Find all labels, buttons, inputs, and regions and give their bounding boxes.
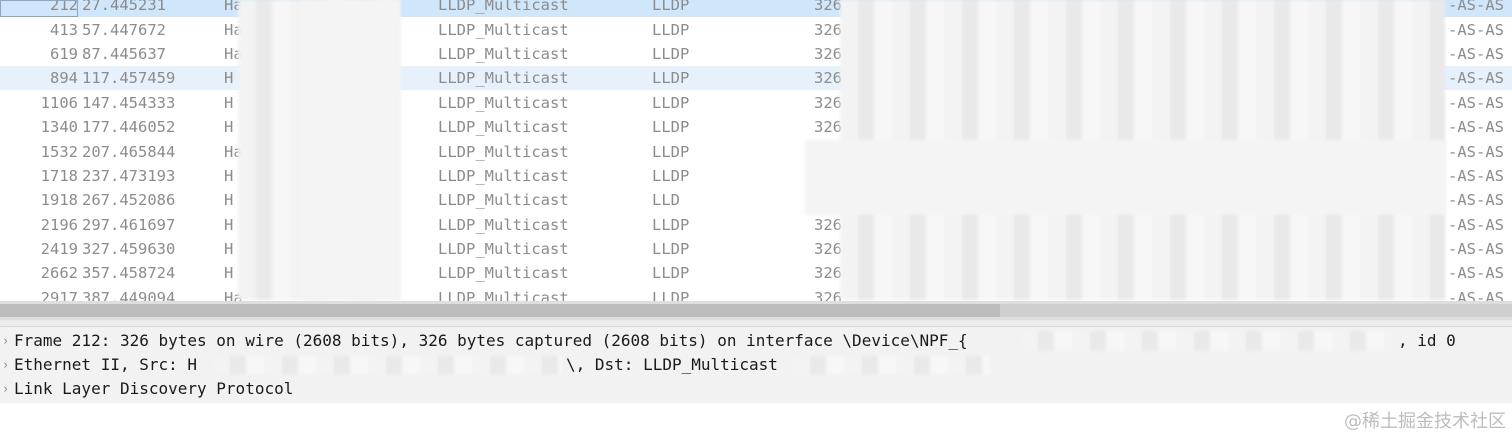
packet-info: -AS-AS bbox=[1448, 118, 1504, 136]
packet-protocol: LLDP bbox=[652, 69, 690, 87]
packet-time: 57.447672 bbox=[82, 21, 166, 39]
packet-destination: LLDP_Multicast bbox=[438, 143, 569, 161]
packet-info: -AS-AS bbox=[1448, 191, 1504, 209]
packet-protocol: LLDP bbox=[652, 45, 690, 63]
packet-destination: LLDP_Multicast bbox=[438, 264, 569, 282]
tree-item-lldp[interactable]: › Link Layer Discovery Protocol bbox=[0, 377, 1512, 401]
packet-destination: LLDP_Multicast bbox=[438, 289, 569, 302]
packet-time: 327.459630 bbox=[82, 240, 176, 258]
packet-info: -AS-AS bbox=[1448, 94, 1504, 112]
packet-info: -AS-AS bbox=[1448, 264, 1504, 282]
packet-list[interactable]: 212 27.445231 Ha LLDP_Multicast LLDP 326… bbox=[0, 0, 1512, 302]
expand-arrow-icon[interactable]: › bbox=[2, 329, 9, 353]
scrollbar-thumb[interactable] bbox=[0, 304, 1000, 317]
packet-time: 117.457459 bbox=[82, 69, 176, 87]
tree-item-frame[interactable]: › Frame 212: 326 bytes on wire (2608 bit… bbox=[0, 329, 1512, 353]
watermark-text: @稀土掘金技术社区 bbox=[1344, 411, 1506, 432]
lldp-summary-text: Link Layer Discovery Protocol bbox=[14, 379, 294, 398]
packet-info: -AS-AS bbox=[1448, 143, 1504, 161]
ethernet-summary-text: Ethernet II, Src: H bbox=[14, 355, 198, 374]
expand-arrow-icon[interactable]: › bbox=[2, 353, 9, 377]
packet-time: 267.452086 bbox=[82, 191, 176, 209]
packet-no: 2662 bbox=[40, 264, 78, 282]
packet-no: 413 bbox=[50, 21, 78, 39]
redacted-dst-mac bbox=[792, 356, 990, 374]
packet-protocol: LLDP bbox=[652, 240, 690, 258]
packet-destination: LLDP_Multicast bbox=[438, 69, 569, 87]
packet-protocol: LLDP bbox=[652, 118, 690, 136]
frame-summary-text: Frame 212: 326 bytes on wire (2608 bits)… bbox=[14, 331, 968, 350]
packet-time: 207.465844 bbox=[82, 143, 176, 161]
packet-destination: LLDP_Multicast bbox=[438, 240, 569, 258]
packet-protocol: LLDP bbox=[652, 21, 690, 39]
packet-destination: LLDP_Multicast bbox=[438, 118, 569, 136]
packet-no: 2917 bbox=[40, 289, 78, 302]
packet-protocol: LLDP bbox=[652, 167, 690, 185]
packet-time: 357.458724 bbox=[82, 264, 176, 282]
redacted-interface-id bbox=[1020, 331, 1395, 351]
packet-no: 1918 bbox=[40, 191, 78, 209]
packet-protocol: LLDP bbox=[652, 143, 690, 161]
packet-destination: LLDP_Multicast bbox=[438, 216, 569, 234]
packet-time: 147.454333 bbox=[82, 94, 176, 112]
packet-protocol: LLDP bbox=[652, 289, 690, 302]
packet-protocol: LLDP bbox=[652, 264, 690, 282]
packet-info: -AS-AS bbox=[1448, 216, 1504, 234]
packet-no: 894 bbox=[50, 69, 78, 87]
packet-protocol: LLDP bbox=[652, 216, 690, 234]
packet-time: 27.445231 bbox=[82, 0, 166, 14]
packet-no: 1340 bbox=[40, 118, 78, 136]
packet-info: -AS-AS bbox=[1448, 167, 1504, 185]
horizontal-scrollbar[interactable] bbox=[0, 301, 1512, 320]
packet-time: 297.461697 bbox=[82, 216, 176, 234]
redacted-src-mac bbox=[212, 356, 562, 374]
packet-no: 619 bbox=[50, 45, 78, 63]
packet-time: 177.446052 bbox=[82, 118, 176, 136]
packet-no: 1106 bbox=[40, 94, 78, 112]
packet-info: -AS-AS bbox=[1448, 0, 1504, 14]
redacted-source-column-right bbox=[300, 0, 400, 300]
tree-item-ethernet[interactable]: › Ethernet II, Src: H \, Dst: LLDP_Multi… bbox=[0, 353, 1512, 377]
expand-arrow-icon[interactable]: › bbox=[2, 377, 9, 401]
packet-destination: LLDP_Multicast bbox=[438, 21, 569, 39]
packet-protocol: LLDP bbox=[652, 94, 690, 112]
packet-destination: LLDP_Multicast bbox=[438, 191, 569, 209]
packet-info: -AS-AS bbox=[1448, 69, 1504, 87]
packet-protocol: LLDP bbox=[652, 0, 690, 14]
redacted-info-column-lower bbox=[805, 140, 1445, 215]
packet-info: -AS-AS bbox=[1448, 240, 1504, 258]
packet-destination: LLDP_Multicast bbox=[438, 0, 569, 14]
packet-details-pane[interactable]: › Frame 212: 326 bytes on wire (2608 bit… bbox=[0, 327, 1512, 403]
selected-cell-outline bbox=[0, 0, 78, 17]
ethernet-dst-text: \, Dst: LLDP_Multicast bbox=[566, 355, 778, 374]
pane-splitter[interactable] bbox=[0, 320, 1512, 327]
packet-info: -AS-AS bbox=[1448, 289, 1504, 302]
frame-id-text: , id 0 bbox=[1398, 331, 1456, 350]
packet-protocol: LLD bbox=[652, 191, 680, 209]
packet-time: 237.473193 bbox=[82, 167, 176, 185]
packet-destination: LLDP_Multicast bbox=[438, 45, 569, 63]
packet-no: 2196 bbox=[40, 216, 78, 234]
packet-info: -AS-AS bbox=[1448, 21, 1504, 39]
packet-no: 2419 bbox=[40, 240, 78, 258]
packet-destination: LLDP_Multicast bbox=[438, 94, 569, 112]
packet-time: 387.449094 bbox=[82, 289, 176, 302]
packet-info: -AS-AS bbox=[1448, 45, 1504, 63]
packet-no: 1718 bbox=[40, 167, 78, 185]
packet-no: 1532 bbox=[40, 143, 78, 161]
packet-time: 87.445637 bbox=[82, 45, 166, 63]
packet-destination: LLDP_Multicast bbox=[438, 167, 569, 185]
